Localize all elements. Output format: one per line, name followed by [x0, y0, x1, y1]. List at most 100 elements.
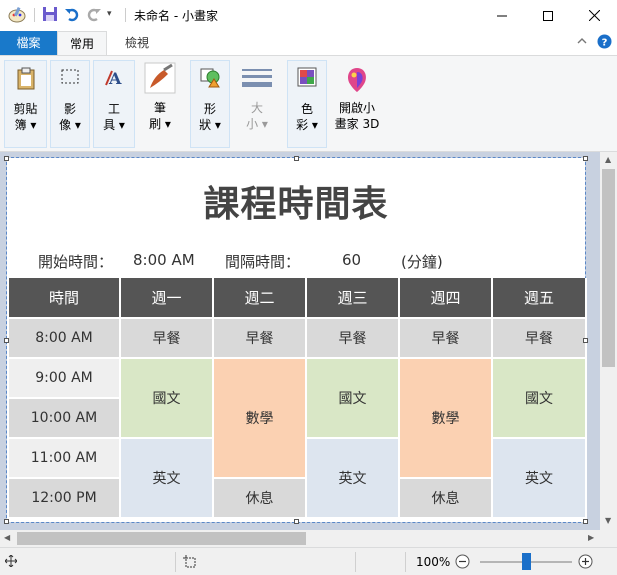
canvas-area[interactable]: 課程時間表 開始時間： 8:00 AM 間隔時間： 60 (分鐘) 時間 週一 … — [0, 152, 600, 530]
schedule-cell: 英文 — [119, 437, 214, 519]
status-divider — [405, 552, 406, 572]
title-bar: ▾ 未命名 - 小畫家 — [0, 0, 617, 31]
table-row: 8:00 AM 早餐 早餐 早餐 早餐 早餐 — [7, 317, 587, 359]
shapes-icon — [199, 67, 221, 92]
scrollbar-corner — [600, 530, 617, 547]
open-paint3d-button[interactable]: 開啟小 畫家 3D — [332, 60, 382, 148]
resize-handle[interactable] — [4, 519, 9, 524]
select-icon — [60, 67, 80, 90]
schedule-cell: 早餐 — [212, 317, 307, 359]
svg-text:?: ? — [602, 38, 608, 49]
colors-button[interactable]: 色 彩 ▾ — [287, 60, 327, 148]
header-tuesday: 週二 — [212, 278, 307, 319]
schedule-title: 課程時間表 — [203, 184, 389, 225]
table-row: 9:00 AM 國文 數學 國文 數學 國文 — [7, 357, 587, 479]
clipboard-icon — [15, 67, 37, 94]
quick-access-divider — [34, 8, 35, 22]
help-icon[interactable]: ? — [597, 34, 612, 52]
header-friday: 週五 — [491, 278, 587, 319]
text-tool-icon: A — [103, 67, 125, 92]
paint3d-label: 開啟小 畫家 3D — [334, 101, 380, 131]
resize-handle[interactable] — [4, 156, 9, 161]
colors-label: 色 彩 ▾ — [296, 102, 318, 132]
header-wednesday: 週三 — [305, 278, 400, 319]
resize-handle[interactable] — [583, 156, 588, 161]
schedule-cell: 國文 — [491, 357, 587, 439]
schedule-cell: 早餐 — [398, 317, 493, 359]
size-label: 大 小 ▾ — [246, 101, 268, 131]
scroll-left-icon[interactable]: ◀ — [4, 533, 10, 542]
time-cell: 10:00 AM — [7, 397, 121, 439]
minimize-button[interactable] — [479, 0, 525, 31]
interval-value: 60 — [342, 251, 362, 269]
schedule-cell: 數學 — [212, 357, 307, 479]
status-bar: 100% — [0, 547, 617, 575]
selection-size-icon — [183, 555, 197, 572]
shapes-button[interactable]: 形 狀 ▾ — [190, 60, 230, 148]
vertical-scrollbar[interactable]: ▲ ▼ — [600, 152, 617, 530]
maximize-button[interactable] — [525, 0, 571, 31]
tab-file[interactable]: 檔案 — [0, 31, 57, 55]
schedule-cell: 英文 — [305, 437, 400, 519]
schedule-cell: 早餐 — [119, 317, 214, 359]
image-label: 影 像 ▾ — [59, 102, 81, 132]
interval-unit: (分鐘) — [401, 253, 443, 271]
tab-home[interactable]: 常用 — [57, 31, 107, 55]
time-cell: 12:00 PM — [7, 477, 121, 519]
header-monday: 週一 — [119, 278, 214, 319]
ribbon-tab-bar: 檔案 常用 檢視 ? — [0, 31, 617, 55]
size-button[interactable]: 大 小 ▾ — [236, 60, 278, 148]
interval-label: 間隔時間： — [225, 253, 301, 271]
resize-handle[interactable] — [4, 338, 9, 343]
tools-label: 工 具 ▾ — [103, 102, 125, 132]
horizontal-scrollbar[interactable]: ◀ ▶ — [0, 530, 600, 547]
resize-handle[interactable] — [583, 519, 588, 524]
save-icon[interactable] — [42, 6, 60, 24]
schedule-cell: 國文 — [305, 357, 400, 439]
title-divider — [125, 8, 126, 22]
vertical-scroll-thumb[interactable] — [602, 169, 615, 367]
image-button[interactable]: 影 像 ▾ — [50, 60, 90, 148]
time-cell: 11:00 AM — [7, 437, 121, 479]
redo-icon[interactable] — [86, 6, 104, 24]
customize-quick-access-icon[interactable]: ▾ — [107, 9, 125, 27]
resize-handle[interactable] — [294, 156, 299, 161]
clipboard-button[interactable]: 剪貼 簿 ▾ — [4, 60, 47, 148]
time-cell: 8:00 AM — [7, 317, 121, 359]
schedule-cell: 休息 — [398, 477, 493, 519]
zoom-slider-thumb[interactable] — [522, 553, 531, 570]
header-time: 時間 — [7, 278, 121, 319]
schedule-cell: 英文 — [491, 437, 587, 519]
color-palette-icon — [297, 67, 317, 90]
status-divider — [175, 552, 176, 572]
zoom-level: 100% — [416, 555, 451, 569]
resize-handle[interactable] — [583, 338, 588, 343]
collapse-ribbon-icon[interactable] — [576, 35, 588, 50]
header-thursday: 週四 — [398, 278, 493, 319]
resize-handle[interactable] — [294, 519, 299, 524]
cursor-position-icon — [4, 554, 18, 570]
brushes-button[interactable]: 筆 刷 ▾ — [138, 60, 182, 148]
scroll-down-icon[interactable]: ▼ — [605, 516, 611, 525]
undo-icon[interactable] — [64, 6, 82, 24]
drawing-canvas[interactable]: 課程時間表 開始時間： 8:00 AM 間隔時間： 60 (分鐘) 時間 週一 … — [6, 157, 587, 523]
tab-view[interactable]: 檢視 — [110, 31, 164, 55]
clipboard-label: 剪貼 簿 ▾ — [13, 102, 38, 132]
ribbon: 剪貼 簿 ▾ 影 像 ▾ A 工 具 ▾ 筆 刷 ▾ 形 狀 ▾ 大 小 ▾ 色… — [0, 55, 617, 152]
schedule-cell: 早餐 — [491, 317, 587, 359]
horizontal-scroll-thumb[interactable] — [17, 532, 306, 545]
time-cell: 9:00 AM — [7, 357, 121, 399]
svg-text:A: A — [108, 69, 122, 88]
tools-button[interactable]: A 工 具 ▾ — [93, 60, 135, 148]
start-time-value: 8:00 AM — [133, 251, 195, 269]
zoom-in-button[interactable] — [578, 554, 593, 572]
schedule-cell: 休息 — [212, 477, 307, 519]
window-title: 未命名 - 小畫家 — [134, 9, 218, 23]
close-button[interactable] — [571, 0, 617, 31]
scroll-up-icon[interactable]: ▲ — [605, 155, 611, 164]
scroll-right-icon[interactable]: ▶ — [588, 533, 594, 542]
shapes-label: 形 狀 ▾ — [199, 102, 221, 132]
schedule-cell: 早餐 — [305, 317, 400, 359]
paint-app-icon[interactable] — [8, 6, 26, 24]
zoom-out-button[interactable] — [455, 554, 470, 572]
